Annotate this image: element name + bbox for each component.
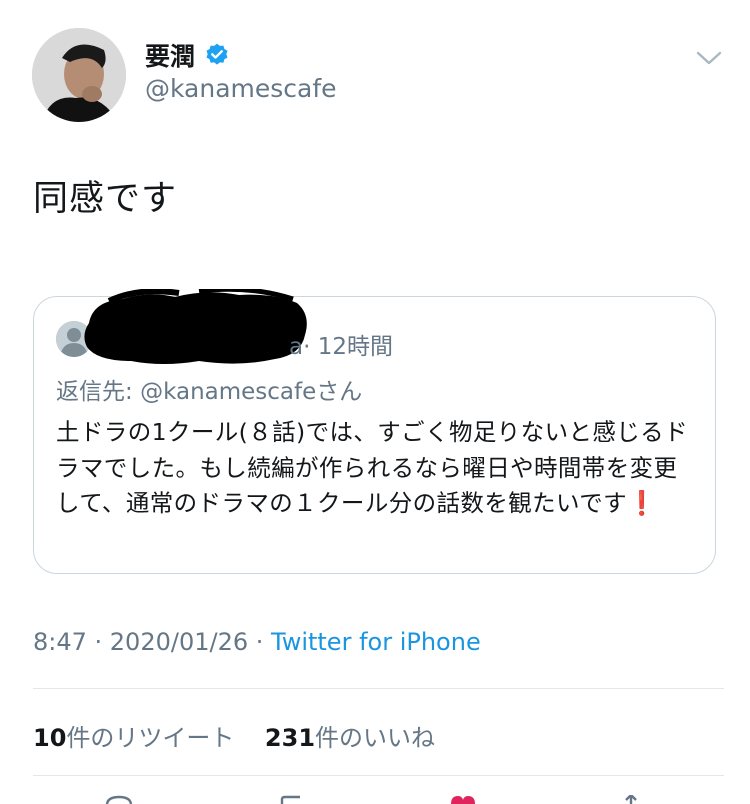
author-name-row[interactable]: 要潤 [145, 37, 230, 73]
tweet-meta: 8:47 · 2020/01/26 · Twitter for iPhone [33, 628, 481, 656]
author-avatar[interactable] [32, 28, 126, 122]
tweet-text: 同感です [33, 179, 178, 219]
author-handle[interactable]: @kanamescafe [145, 74, 337, 103]
quoted-author-name-tail: a [289, 334, 304, 360]
chevron-down-icon[interactable] [694, 46, 724, 70]
like-icon[interactable] [448, 795, 478, 804]
reply-handle[interactable]: @kanamescafe [140, 379, 316, 405]
redaction-scribble [84, 289, 307, 364]
author-name[interactable]: 要潤 [145, 37, 195, 73]
tweet-source-link[interactable]: Twitter for iPhone [271, 628, 481, 656]
reply-icon[interactable] [104, 795, 134, 804]
retweet-stat[interactable]: 10件のリツイート [33, 724, 234, 752]
retweet-label: 件のリツイート [66, 724, 235, 752]
reply-context: 返信先: @kanamescafeさん [56, 372, 362, 406]
quoted-tweet-body: 土ドラの1クール(８話)では、すごく物足りないと感じるドラマでした。もし続編が作… [56, 418, 688, 517]
quoted-tweet-time[interactable]: · 12時間 [303, 334, 393, 360]
reply-prefix: 返信先: [56, 379, 141, 405]
quoted-tweet-text: 土ドラの1クール(８話)では、すごく物足りないと感じるドラマでした。もし続編が作… [56, 415, 696, 522]
tweet-timestamp: 8:47 · 2020/01/26 · [33, 628, 271, 656]
share-icon[interactable] [616, 795, 646, 804]
engagement-stats: 10件のリツイート 231件のいいね [33, 718, 435, 753]
like-count: 231 [264, 724, 316, 752]
verified-badge-icon [204, 42, 230, 68]
quoted-tweet-meta: a· 12時間 [289, 327, 393, 361]
action-bar [0, 795, 750, 804]
exclamation-emoji: ❗ [627, 489, 657, 517]
retweet-icon[interactable] [278, 795, 308, 804]
reply-suffix: さん [316, 379, 363, 405]
retweet-count: 10 [33, 724, 67, 752]
like-stat[interactable]: 231件のいいね [265, 724, 435, 752]
quoted-tweet-card[interactable]: ア a· 12時間 返信先: @kanamescafeさん 土ドラの1クール(８… [33, 289, 716, 574]
divider [33, 775, 724, 776]
divider [33, 688, 724, 689]
like-label: 件のいいね [315, 724, 436, 752]
